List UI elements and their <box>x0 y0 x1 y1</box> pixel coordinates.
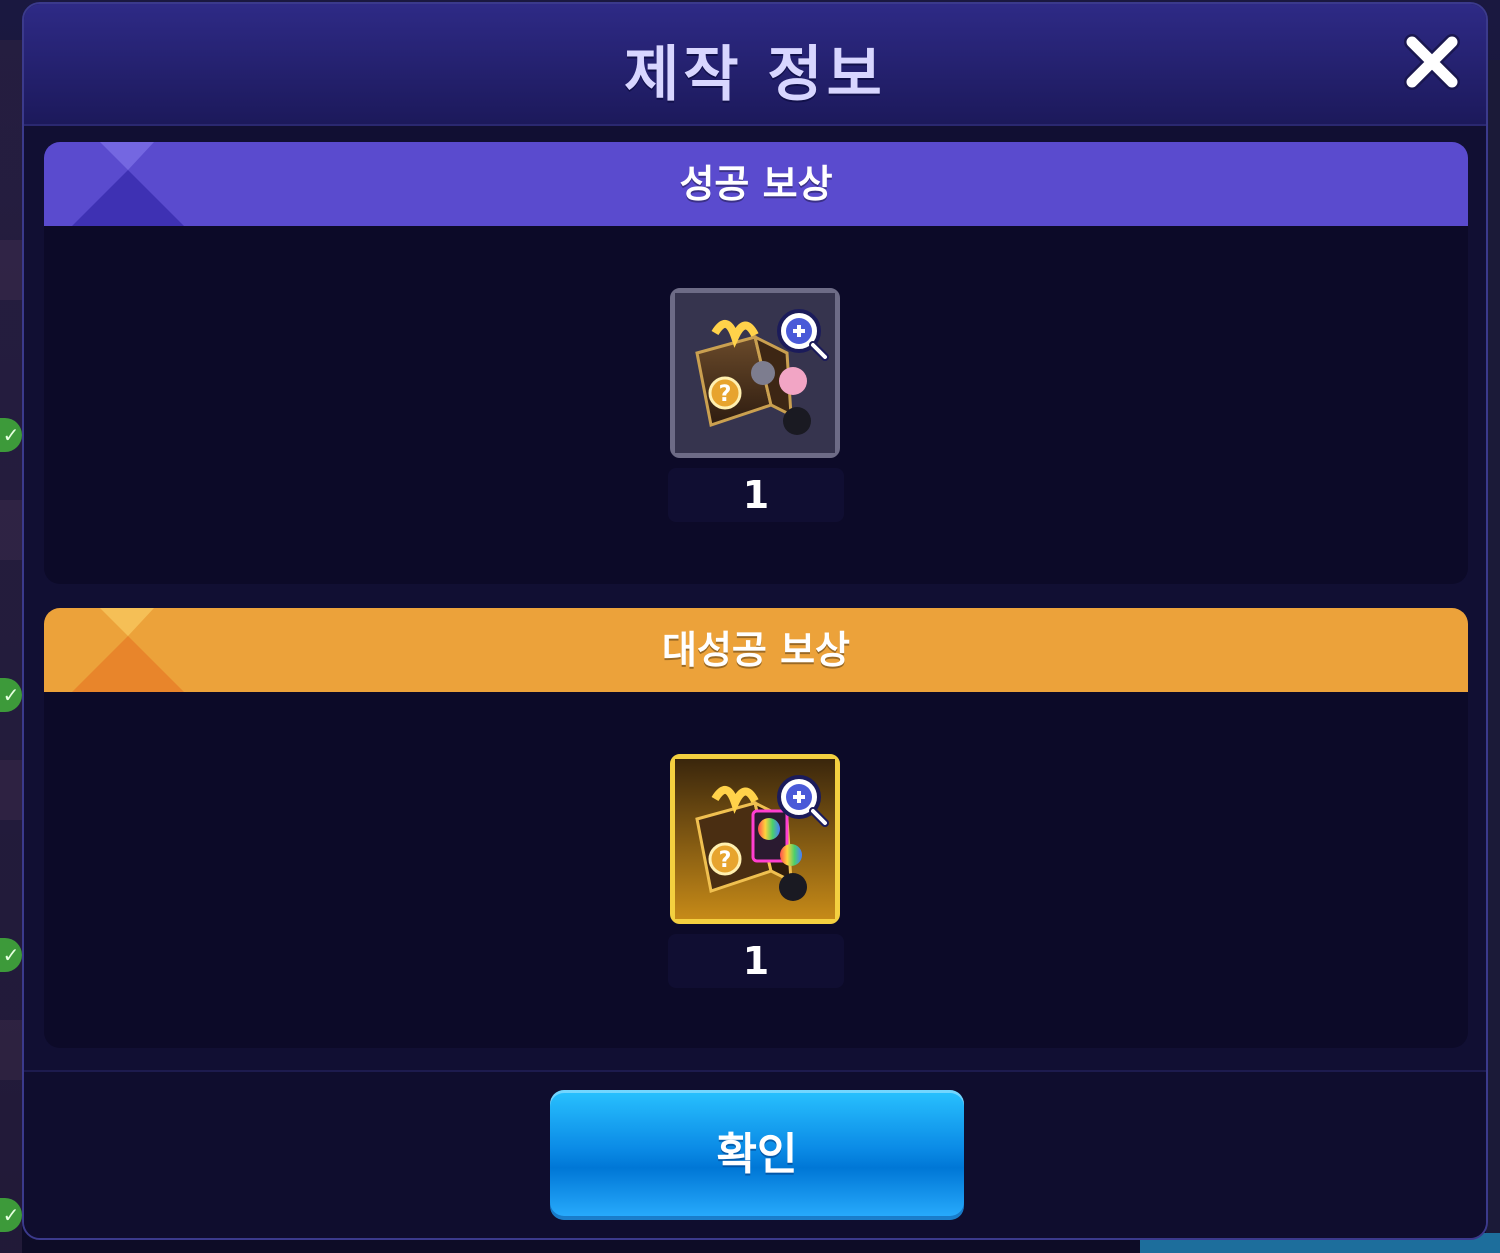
check-icon: ✓ <box>0 938 22 972</box>
reward-count: 1 <box>668 934 844 988</box>
svg-text:?: ? <box>719 382 732 407</box>
reward-item-success[interactable]: ? <box>670 288 840 458</box>
premium-random-box-icon: ? <box>675 759 835 919</box>
close-button[interactable] <box>1402 32 1462 92</box>
dialog-header: 제작 정보 <box>24 4 1486 126</box>
reward-count: 1 <box>668 468 844 522</box>
confirm-button-label: 확인 <box>716 1129 798 1180</box>
confirm-button[interactable]: 확인 <box>550 1090 964 1220</box>
dialog-footer: 확인 <box>24 1070 1486 1238</box>
crafting-info-dialog: 제작 정보 성공 보상 ? 1 대성공 보상 ? 1 확인 <box>22 2 1488 1240</box>
check-icon: ✓ <box>0 1198 22 1232</box>
background-item-list <box>0 40 22 1253</box>
check-icon: ✓ <box>0 678 22 712</box>
success-reward-header: 성공 보상 <box>44 142 1468 226</box>
great-success-reward-header: 대성공 보상 <box>44 608 1468 692</box>
check-icon: ✓ <box>0 418 22 452</box>
svg-text:?: ? <box>719 848 732 873</box>
background-panel-edge <box>1486 60 1500 1253</box>
reward-item-great-success[interactable]: ? <box>670 754 840 924</box>
success-reward-label: 성공 보상 <box>679 162 833 206</box>
dialog-title: 제작 정보 <box>624 40 886 110</box>
great-success-reward-label: 대성공 보상 <box>661 628 851 672</box>
random-box-icon: ? <box>675 293 835 453</box>
great-success-reward-section: 대성공 보상 ? 1 <box>44 608 1468 1048</box>
success-reward-section: 성공 보상 ? 1 <box>44 142 1468 584</box>
close-icon <box>1404 34 1460 90</box>
